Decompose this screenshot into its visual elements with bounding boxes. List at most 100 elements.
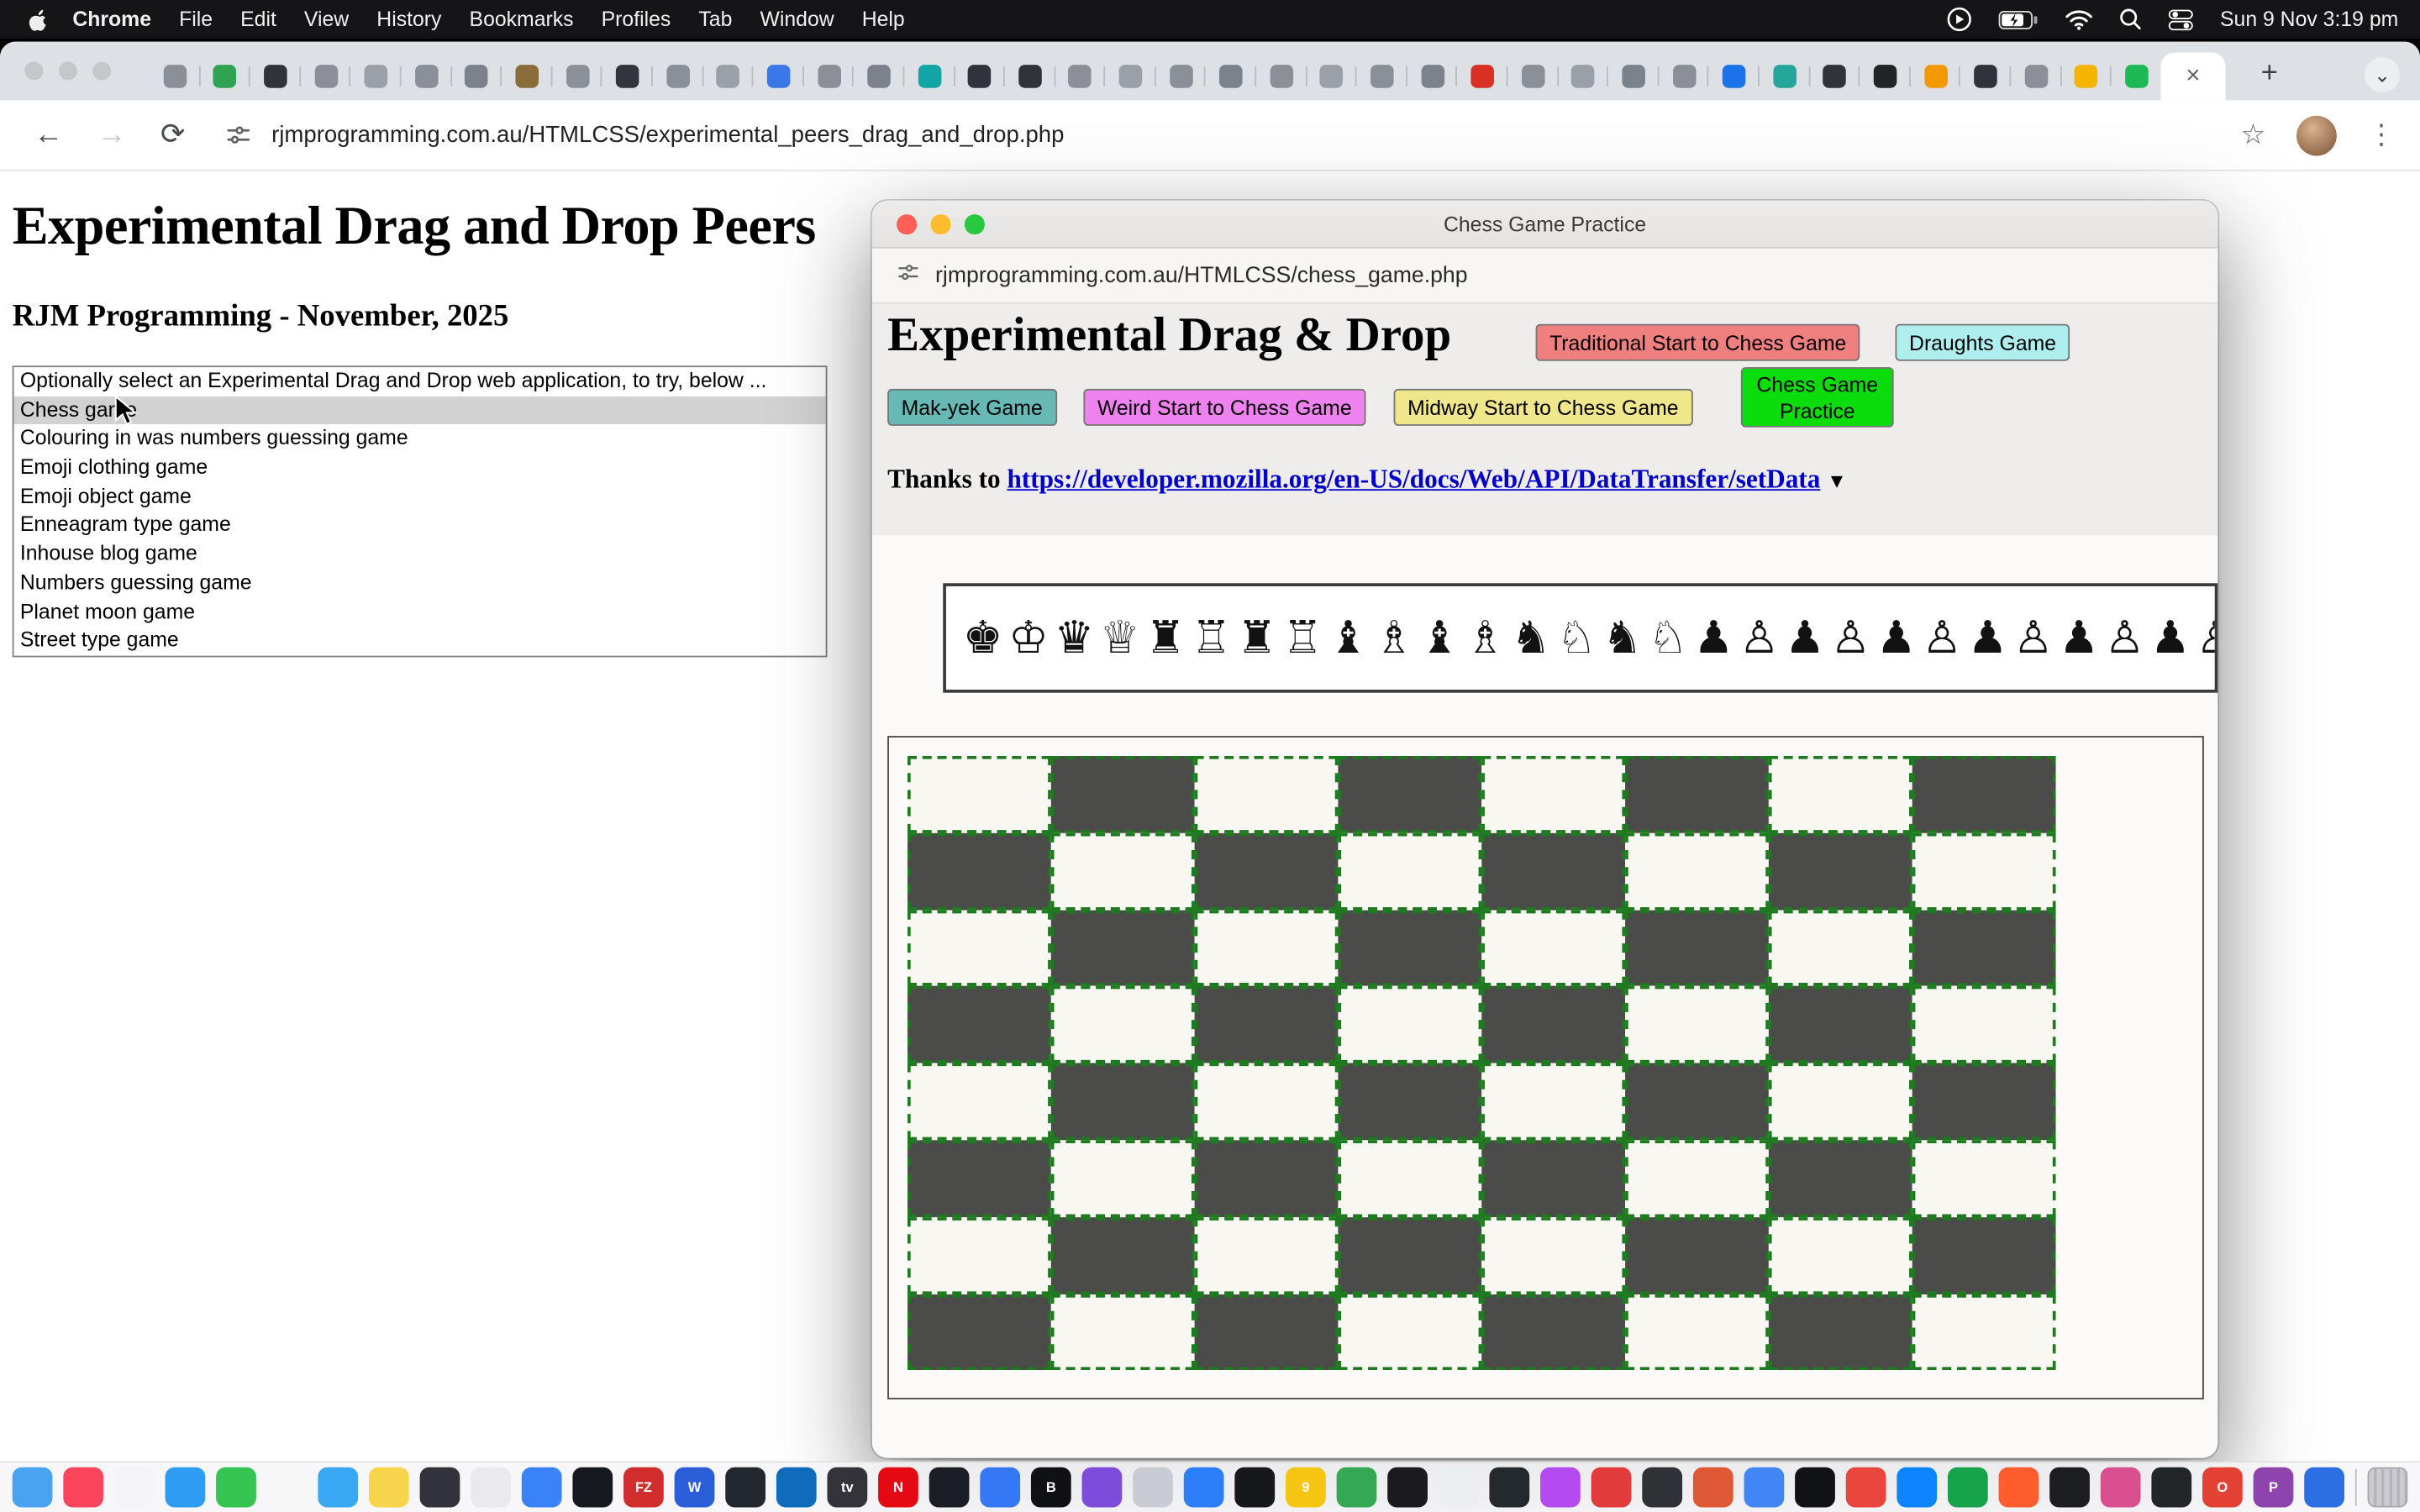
- board-cell[interactable]: [1051, 1294, 1195, 1370]
- dock-app-icon[interactable]: [522, 1467, 562, 1508]
- listbox-option[interactable]: Inhouse blog game: [14, 540, 826, 569]
- dock-app-icon[interactable]: 9: [1286, 1467, 1326, 1508]
- board-cell[interactable]: [1769, 756, 1912, 832]
- browser-tab[interactable]: [955, 52, 1005, 100]
- board-cell[interactable]: [908, 756, 1051, 832]
- browser-tab[interactable]: [1106, 52, 1156, 100]
- browser-tab[interactable]: [1307, 52, 1357, 100]
- board-cell[interactable]: [1195, 1140, 1339, 1216]
- board-cell[interactable]: [1912, 1063, 2056, 1140]
- board-cell[interactable]: [908, 1140, 1051, 1216]
- board-cell[interactable]: [1912, 1217, 2056, 1294]
- dock-app-icon[interactable]: [929, 1467, 970, 1508]
- dock-app-icon[interactable]: [63, 1467, 103, 1508]
- chess-piece[interactable]: ♖: [1188, 616, 1234, 660]
- midway-start-button[interactable]: Midway Start to Chess Game: [1394, 389, 1693, 426]
- board-cell[interactable]: [1338, 986, 1481, 1063]
- dock-app-icon[interactable]: [2304, 1467, 2344, 1508]
- listbox-option[interactable]: Street type game: [14, 627, 826, 655]
- tab-search-chevron[interactable]: ⌄: [2365, 57, 2400, 92]
- board-cell[interactable]: [1338, 1294, 1481, 1370]
- board-cell[interactable]: [1338, 1063, 1481, 1140]
- window-zoom-button[interactable]: [92, 61, 111, 80]
- dock-app-icon[interactable]: FZ: [623, 1467, 664, 1508]
- dock-app-icon[interactable]: [1744, 1467, 1785, 1508]
- popup-zoom-button[interactable]: [965, 214, 984, 234]
- dock-app-icon[interactable]: P: [2254, 1467, 2294, 1508]
- dock-app-icon[interactable]: [166, 1467, 206, 1508]
- browser-tab[interactable]: [904, 52, 955, 100]
- browser-tab[interactable]: [1558, 52, 1608, 100]
- chess-piece[interactable]: ♝: [1325, 616, 1370, 660]
- browser-tab[interactable]: [301, 52, 351, 100]
- dock-app-icon[interactable]: B: [1031, 1467, 1071, 1508]
- dock-app-icon[interactable]: [1082, 1467, 1123, 1508]
- browser-tab[interactable]: [1960, 52, 2011, 100]
- dock-app-icon[interactable]: [369, 1467, 409, 1508]
- dock-app-icon[interactable]: [1489, 1467, 1529, 1508]
- board-cell[interactable]: [1625, 910, 1769, 986]
- battery-icon[interactable]: [1999, 10, 2039, 29]
- board-cell[interactable]: [1051, 756, 1195, 832]
- popup-minimize-button[interactable]: [931, 214, 950, 234]
- dock-app-icon[interactable]: [1897, 1467, 1937, 1508]
- back-icon[interactable]: ←: [34, 118, 63, 152]
- dock-app-icon[interactable]: [1337, 1467, 1377, 1508]
- board-cell[interactable]: [1769, 986, 1912, 1063]
- board-cell[interactable]: [1051, 1140, 1195, 1216]
- board-cell[interactable]: [1195, 1217, 1339, 1294]
- browser-tab[interactable]: [1005, 52, 1055, 100]
- popup-site-info-icon[interactable]: [897, 260, 920, 291]
- new-tab-button[interactable]: +: [2261, 57, 2278, 91]
- dock-app-icon[interactable]: [725, 1467, 765, 1508]
- listbox-option[interactable]: Numbers guessing game: [14, 569, 826, 597]
- dock-app-icon[interactable]: [2049, 1467, 2090, 1508]
- chess-piece[interactable]: ♜: [1234, 616, 1280, 660]
- chess-piece[interactable]: ♙: [1919, 616, 1965, 660]
- chess-piece[interactable]: ♔: [1006, 616, 1051, 660]
- chess-piece[interactable]: ♛: [1051, 616, 1097, 660]
- menubar-item-help[interactable]: Help: [848, 8, 918, 31]
- board-cell[interactable]: [908, 832, 1051, 909]
- browser-tab[interactable]: [250, 52, 301, 100]
- browser-tab[interactable]: [2061, 52, 2112, 100]
- browser-tab[interactable]: [1508, 52, 1559, 100]
- chess-piece[interactable]: ♟: [1874, 616, 1919, 660]
- browser-tab[interactable]: [150, 52, 200, 100]
- dock-app-icon[interactable]: O: [2202, 1467, 2243, 1508]
- browser-tab[interactable]: [854, 52, 904, 100]
- browser-tab[interactable]: [351, 52, 402, 100]
- board-cell[interactable]: [1195, 1294, 1339, 1370]
- board-cell[interactable]: [1769, 1063, 1912, 1140]
- board-cell[interactable]: [1625, 1294, 1769, 1370]
- board-cell[interactable]: [1625, 1217, 1769, 1294]
- menubar-item-view[interactable]: View: [290, 8, 362, 31]
- address-bar[interactable]: rjmprogramming.com.au/HTMLCSS/experiment…: [271, 122, 1064, 148]
- browser-tab[interactable]: [602, 52, 653, 100]
- board-cell[interactable]: [1051, 832, 1195, 909]
- menu-dots-icon[interactable]: ⋮: [2368, 118, 2396, 151]
- browser-tab[interactable]: [703, 52, 754, 100]
- site-info-icon[interactable]: [225, 122, 251, 148]
- board-cell[interactable]: [1338, 1140, 1481, 1216]
- board-cell[interactable]: [1912, 910, 2056, 986]
- dock-app-icon[interactable]: [1591, 1467, 1632, 1508]
- menubar-item-file[interactable]: File: [166, 8, 227, 31]
- board-cell[interactable]: [1625, 756, 1769, 832]
- menubar-item-window[interactable]: Window: [746, 8, 848, 31]
- board-cell[interactable]: [1195, 910, 1339, 986]
- menubar-item-history[interactable]: History: [363, 8, 455, 31]
- dock-app-icon[interactable]: [1387, 1467, 1428, 1508]
- board-cell[interactable]: [1625, 832, 1769, 909]
- browser-tab[interactable]: [451, 52, 502, 100]
- board-cell[interactable]: [1481, 1063, 1625, 1140]
- dock-app-icon[interactable]: [1234, 1467, 1275, 1508]
- browser-tab[interactable]: [1458, 52, 1508, 100]
- dock-app-icon[interactable]: [267, 1467, 308, 1508]
- dock-app-icon[interactable]: [216, 1467, 256, 1508]
- board-cell[interactable]: [908, 986, 1051, 1063]
- board-cell[interactable]: [1195, 1063, 1339, 1140]
- chess-piece[interactable]: ♗: [1371, 616, 1417, 660]
- dock-app-icon[interactable]: [572, 1467, 613, 1508]
- listbox-option[interactable]: Enneagram type game: [14, 512, 826, 540]
